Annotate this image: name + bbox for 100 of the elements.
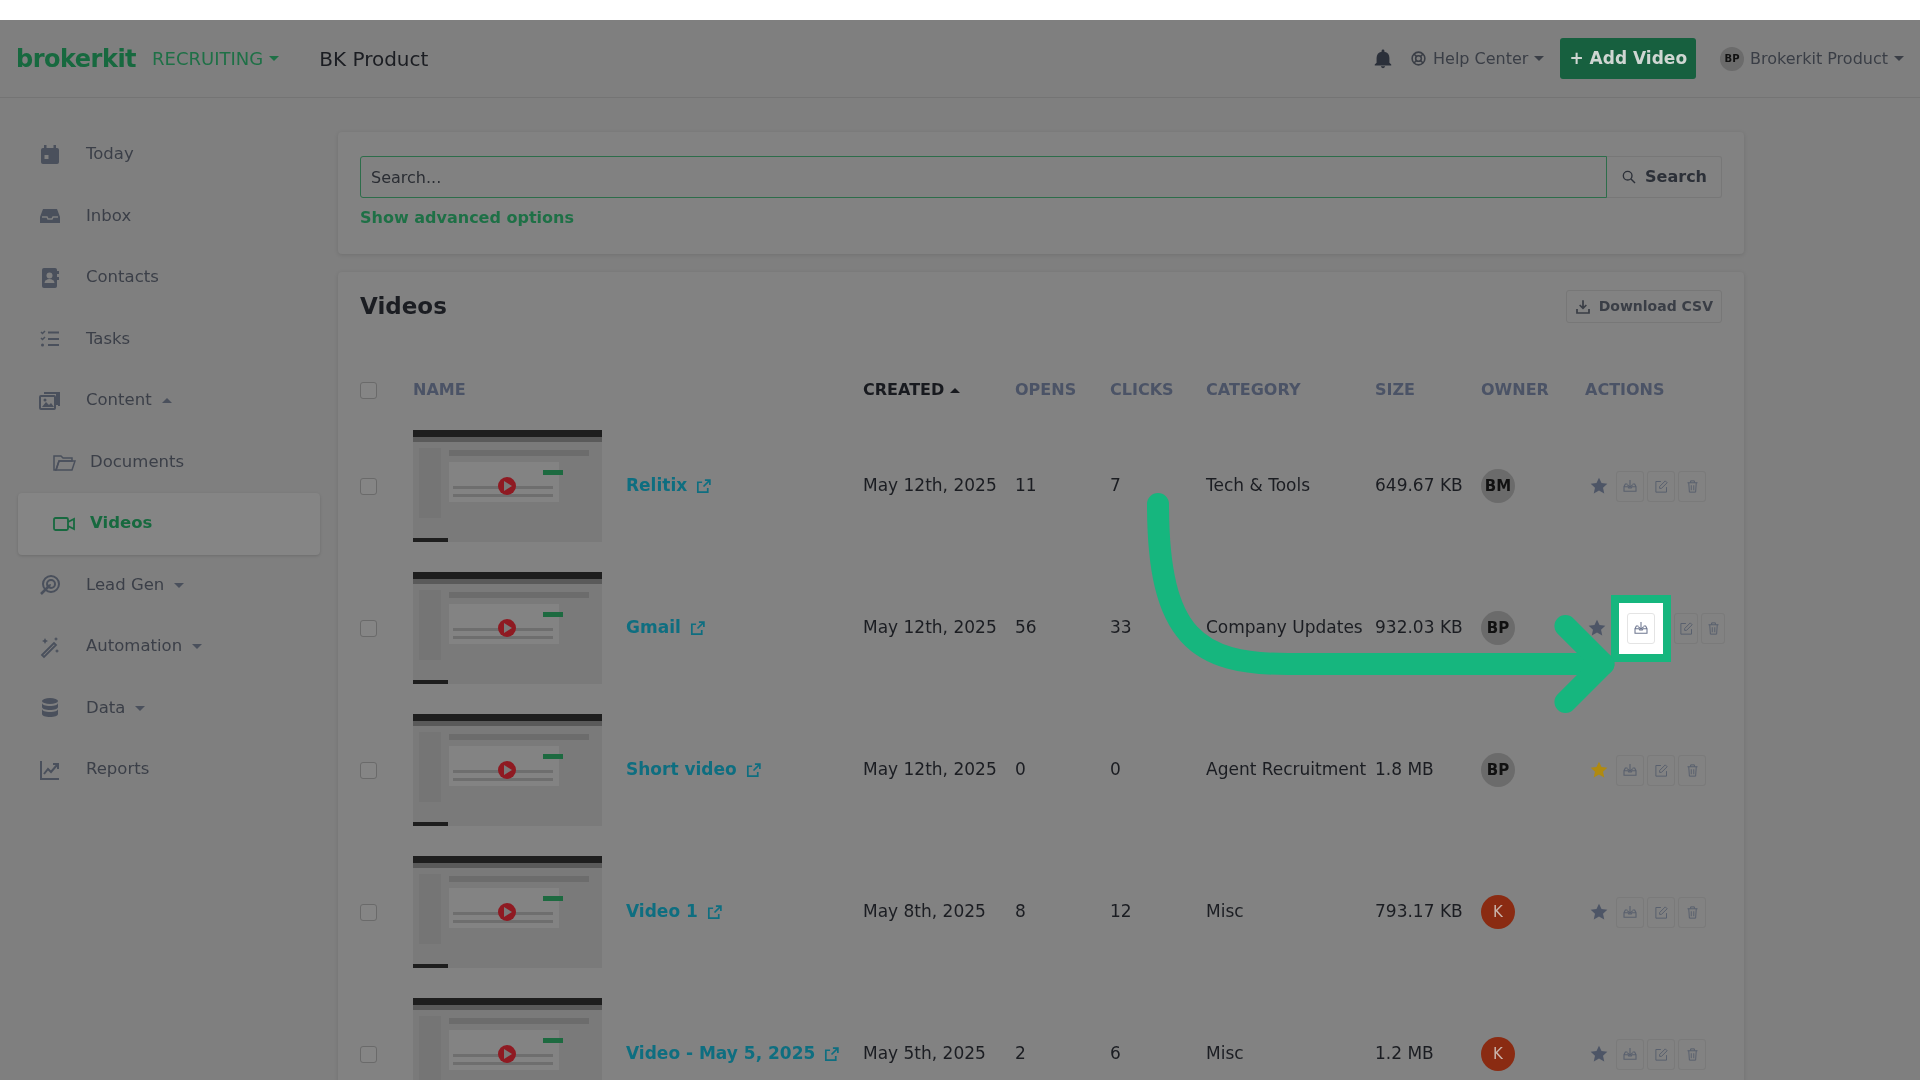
- download-tray-icon: [1633, 620, 1650, 636]
- table-cell-text: 33: [1110, 616, 1133, 640]
- delete-button[interactable]: [1701, 612, 1725, 644]
- caret-up-icon: [950, 387, 961, 393]
- table-cell-text: 793.17 KB: [1375, 900, 1464, 924]
- table-cell-text: 12: [1110, 900, 1133, 924]
- workspace-title: BK Product: [319, 45, 429, 73]
- caret-down-icon: [269, 56, 280, 61]
- table-cell-text: 1.8 MB: [1375, 758, 1435, 782]
- section-title: Videos: [360, 292, 447, 321]
- table-cell-text: May 12th, 2025: [863, 474, 998, 498]
- table-cell-text: Company Updates: [1206, 616, 1364, 640]
- table-cell-text: 932.03 KB: [1375, 616, 1464, 640]
- row-checkbox[interactable]: [360, 1045, 377, 1063]
- row-checkbox[interactable]: [360, 903, 377, 921]
- search-icon: [1621, 169, 1638, 185]
- delete-button[interactable]: [1678, 896, 1706, 928]
- video-link[interactable]: Short video: [626, 757, 762, 783]
- download-button[interactable]: [1616, 470, 1644, 502]
- owner-avatar: K: [1481, 895, 1515, 929]
- table-cell-text: 6: [1110, 1042, 1122, 1066]
- sidebar-item[interactable]: Automation: [18, 616, 320, 678]
- table-cell-text: May 5th, 2025: [863, 1042, 987, 1066]
- external-link-icon: [695, 477, 713, 495]
- table-cell-text: 2: [1015, 1042, 1027, 1066]
- delete-button[interactable]: [1678, 754, 1706, 786]
- row-checkbox[interactable]: [360, 761, 377, 779]
- table-cell-text: 7: [1110, 474, 1122, 498]
- row-checkbox[interactable]: [360, 477, 377, 495]
- sidebar-item[interactable]: Reports: [18, 739, 320, 801]
- external-link-icon: [688, 619, 706, 637]
- star-icon: [1589, 902, 1609, 922]
- search-field[interactable]: Search...: [360, 156, 1608, 198]
- sidebar-item[interactable]: Contacts: [18, 247, 320, 309]
- external-link-icon: [744, 761, 762, 779]
- edit-button[interactable]: [1647, 1038, 1675, 1070]
- edit-icon: [1653, 762, 1669, 778]
- brand-logo[interactable]: brokerkit: [16, 40, 137, 77]
- row-checkbox[interactable]: [360, 619, 377, 637]
- table-cell-text: 0: [1110, 758, 1122, 782]
- help-center-dropdown[interactable]: Help Center: [1410, 46, 1545, 71]
- select-all-checkbox[interactable]: [360, 381, 377, 399]
- external-link-icon: [823, 1045, 841, 1063]
- sidebar-item[interactable]: Tasks: [18, 308, 320, 370]
- bell-icon: [1372, 48, 1394, 70]
- table-cell-text: Agent Recruitment: [1206, 758, 1368, 782]
- table-cell-text: 1.2 MB: [1375, 1042, 1435, 1066]
- delete-button[interactable]: [1678, 470, 1706, 502]
- download-button[interactable]: [1616, 896, 1644, 928]
- download-tray-icon: [1622, 1046, 1638, 1062]
- table-cell-text: May 12th, 2025: [863, 616, 998, 640]
- add-video-button[interactable]: + Add Video: [1560, 37, 1697, 80]
- edit-button[interactable]: [1647, 896, 1675, 928]
- edit-button[interactable]: [1674, 612, 1699, 644]
- caret-down-icon: [1534, 56, 1545, 61]
- video-link[interactable]: Video 1: [626, 899, 723, 925]
- sidebar-item[interactable]: Inbox: [18, 185, 320, 247]
- edit-button[interactable]: [1647, 754, 1675, 786]
- table-cell-text: 11: [1015, 474, 1038, 498]
- edit-icon: [1653, 478, 1669, 494]
- caret-down-icon: [1894, 56, 1904, 61]
- owner-avatar: BM: [1481, 469, 1515, 503]
- sidebar-item[interactable]: Data: [18, 677, 320, 739]
- edit-button[interactable]: [1647, 470, 1675, 502]
- edit-icon: [1678, 620, 1694, 636]
- lifebuoy-icon: [1410, 50, 1427, 67]
- download-csv-button[interactable]: Download CSV: [1565, 290, 1722, 323]
- download-button[interactable]: [1616, 1038, 1644, 1070]
- sidebar-subitem[interactable]: Documents: [18, 431, 320, 493]
- search-button[interactable]: Search: [1607, 156, 1722, 198]
- owner-avatar: BP: [1481, 753, 1515, 787]
- module-dropdown[interactable]: RECRUITING: [152, 45, 280, 72]
- table-cell-text: 649.67 KB: [1375, 474, 1464, 498]
- video-link[interactable]: Gmail: [626, 615, 706, 641]
- sidebar-item[interactable]: Lead Gen: [18, 554, 320, 616]
- star-icon: [1589, 1044, 1609, 1064]
- advanced-options-link[interactable]: Show advanced options: [360, 206, 574, 230]
- user-avatar: BP: [1720, 46, 1745, 71]
- download-button[interactable]: [1616, 754, 1644, 786]
- sidebar-item[interactable]: Today: [18, 124, 320, 186]
- sidebar-item[interactable]: Content: [18, 370, 320, 432]
- owner-avatar: K: [1481, 1037, 1515, 1071]
- table-cell-text: May 12th, 2025: [863, 758, 998, 782]
- delete-button[interactable]: [1678, 1038, 1706, 1070]
- calendar-icon: [38, 142, 62, 167]
- sidebar-subitem[interactable]: Videos: [18, 493, 320, 555]
- table-cell-text: Tech & Tools: [1206, 474, 1312, 498]
- table-cell-text: 56: [1015, 616, 1038, 640]
- star-icon: [1586, 618, 1607, 638]
- table-cell-text: May 8th, 2025: [863, 900, 987, 924]
- column-header[interactable]: CREATED: [863, 378, 1015, 402]
- video-link[interactable]: Relitix: [626, 473, 713, 499]
- edit-icon: [1653, 904, 1669, 920]
- star-icon: [1589, 476, 1609, 496]
- video-link[interactable]: Video - May 5, 2025: [626, 1041, 841, 1067]
- edit-icon: [1653, 1046, 1669, 1062]
- external-link-icon: [705, 903, 723, 921]
- user-menu[interactable]: BP Brokerkit Product: [1720, 46, 1904, 71]
- star-icon: [1589, 760, 1609, 780]
- table-cell-text: 0: [1015, 758, 1027, 782]
